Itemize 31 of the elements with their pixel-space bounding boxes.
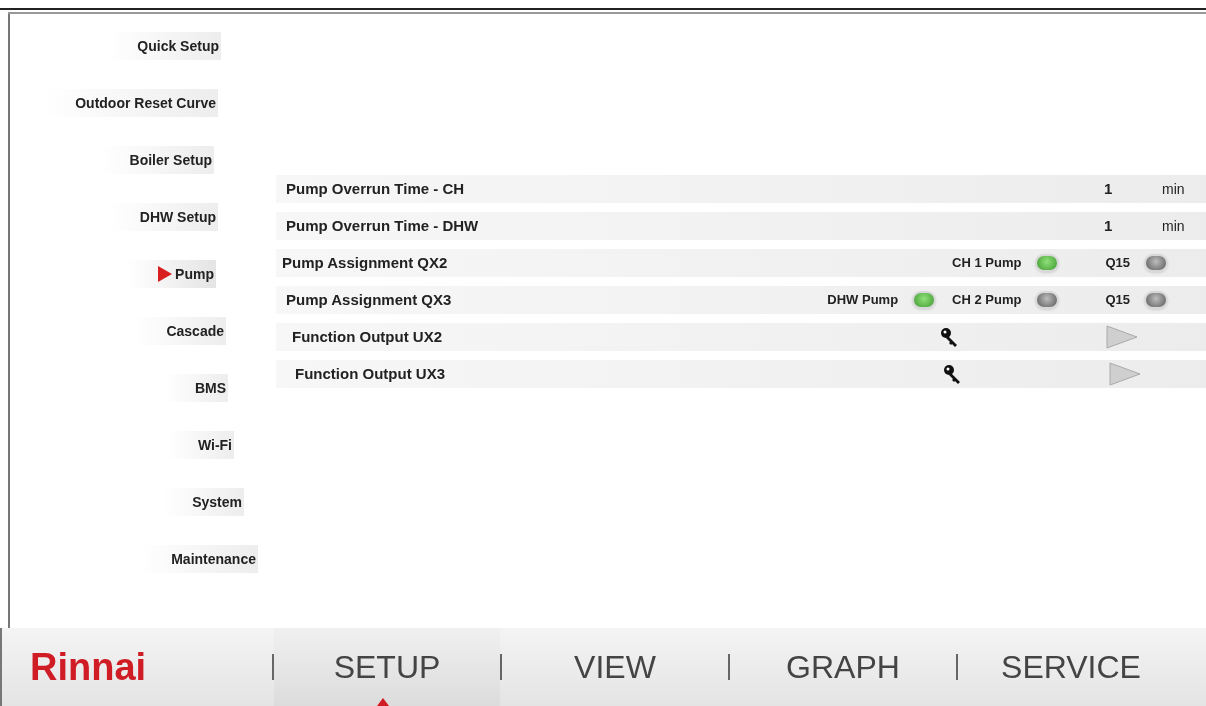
indicator-light[interactable] bbox=[1144, 254, 1168, 272]
nav-tab[interactable]: SERVICE bbox=[958, 628, 1184, 706]
unit-label: min bbox=[1162, 216, 1185, 236]
option-label: DHW Pump bbox=[827, 291, 899, 310]
selection-marker bbox=[377, 698, 389, 706]
nav-tab[interactable]: GRAPH bbox=[730, 628, 956, 706]
setting-label: Pump Assignment QX3 bbox=[286, 289, 453, 310]
setting-label: Function Output UX2 bbox=[292, 326, 443, 347]
option-label: CH 1 Pump bbox=[952, 254, 1022, 273]
option-label: Q15 bbox=[1105, 254, 1130, 273]
indicator-light[interactable] bbox=[1144, 291, 1168, 309]
option-label: Q15 bbox=[1105, 291, 1130, 310]
key-icon bbox=[943, 364, 963, 384]
setting-value[interactable]: 1 bbox=[1104, 177, 1144, 201]
setting-label: Pump Overrun Time - CH bbox=[286, 178, 466, 199]
pointer-icon bbox=[158, 266, 173, 282]
play-button[interactable] bbox=[1105, 325, 1139, 349]
setting-label: Pump Overrun Time - DHW bbox=[286, 215, 480, 236]
indicator-light[interactable] bbox=[1035, 291, 1060, 309]
setting-value[interactable]: 1 bbox=[1104, 214, 1144, 238]
option-label: CH 2 Pump bbox=[952, 291, 1022, 310]
key-icon bbox=[940, 327, 960, 347]
indicator-light[interactable] bbox=[912, 291, 937, 309]
brand-logo: Rinnai bbox=[29, 644, 148, 690]
unit-label: min bbox=[1162, 179, 1185, 199]
setting-label: Pump Assignment QX2 bbox=[282, 252, 449, 273]
play-button[interactable] bbox=[1108, 362, 1142, 386]
nav-tab[interactable]: VIEW bbox=[502, 628, 728, 706]
indicator-light[interactable] bbox=[1035, 254, 1060, 272]
setting-label: Function Output UX3 bbox=[295, 363, 446, 384]
nav-tab[interactable]: SETUP bbox=[274, 628, 500, 706]
